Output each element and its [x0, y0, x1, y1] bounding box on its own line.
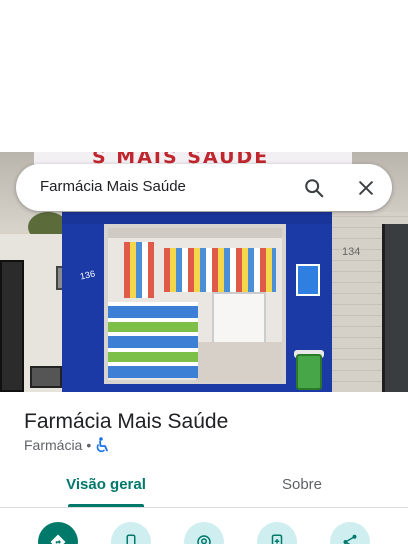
- place-category[interactable]: Farmácia: [24, 437, 82, 453]
- place-title: Farmácia Mais Saúde: [24, 410, 229, 433]
- product-boxes: [108, 302, 198, 378]
- save-icon: [271, 534, 283, 544]
- tab-about[interactable]: Sobre: [226, 476, 378, 506]
- store-counter: [212, 292, 266, 348]
- trash-bin: [296, 354, 322, 390]
- directions-icon: [50, 534, 66, 544]
- close-icon[interactable]: [356, 178, 376, 198]
- share-button[interactable]: [330, 522, 370, 544]
- photo-right-door: [382, 224, 408, 392]
- photo-grate: [30, 366, 62, 388]
- store-shutter: [108, 228, 282, 238]
- store-floor: [196, 342, 282, 382]
- subtitle-separator: •: [86, 437, 92, 453]
- tab-overview[interactable]: Visão geral: [30, 476, 182, 506]
- nearby-button[interactable]: [184, 522, 224, 544]
- phone-icon: [126, 534, 136, 544]
- tabs-divider: [0, 507, 408, 508]
- photo-left-door: [0, 260, 24, 392]
- store-shelf: [124, 242, 154, 298]
- search-bar[interactable]: Farmácia Mais Saúde: [16, 164, 392, 211]
- share-icon: [343, 534, 357, 544]
- place-subtitle: Farmácia •: [24, 437, 95, 453]
- store-facade-top: [62, 212, 332, 224]
- save-button[interactable]: [257, 522, 297, 544]
- store-shelf: [164, 248, 276, 292]
- directions-button[interactable]: [38, 522, 78, 544]
- search-query[interactable]: Farmácia Mais Saúde: [40, 178, 186, 195]
- search-icon[interactable]: [303, 177, 325, 199]
- call-button[interactable]: [111, 522, 151, 544]
- nearby-icon: [197, 535, 211, 544]
- store-poster: [296, 264, 320, 296]
- wheelchair-accessible-icon: [96, 437, 108, 453]
- map-blank-area: [0, 0, 408, 152]
- house-number-right: 134: [342, 246, 361, 258]
